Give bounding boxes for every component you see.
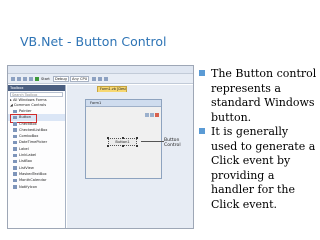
callout-line: [141, 141, 164, 142]
toolbar: Start Debug Any CPU: [8, 74, 193, 84]
toolbox-item-label: MaskedTextBox: [19, 171, 47, 176]
save-icon[interactable]: [23, 77, 27, 81]
toolbox-item-label: DateTimePicker: [19, 140, 48, 145]
resize-handle[interactable]: [136, 137, 138, 139]
form-window[interactable]: Form1 Button1: [85, 99, 162, 179]
toolbox-panel: Toolbox Search Toolbox ▸ All Windows For…: [8, 85, 66, 228]
minimize-icon[interactable]: [145, 112, 149, 117]
visual-studio-screenshot: Start Debug Any CPU Toolbox Search Toolb…: [7, 65, 194, 229]
form-window-controls: [144, 102, 159, 121]
monthcalendar-icon: [13, 178, 17, 183]
toolbox-item-label: ListView: [19, 165, 34, 170]
toolbar-icon[interactable]: [98, 77, 102, 81]
pointer-icon: [13, 109, 17, 113]
designer-surface: Form1.vb [Design]* Form1 Button1 Button …: [67, 85, 193, 228]
notifyicon-icon: [13, 185, 17, 189]
checkbox-icon: [13, 122, 17, 126]
slide-title: VB.Net - Button Control: [20, 34, 167, 49]
combobox-icon: [13, 134, 17, 139]
toolbox-item-label: ComboBox: [19, 134, 39, 139]
maximize-icon[interactable]: [150, 112, 154, 117]
group-label: All Windows Forms: [12, 98, 47, 102]
resize-handle[interactable]: [121, 145, 124, 147]
undo-icon[interactable]: [29, 77, 33, 81]
toolbox-item-label: Button: [19, 115, 32, 120]
datetimepicker-icon: [13, 140, 17, 145]
config-select[interactable]: Debug: [53, 75, 69, 82]
resize-handle[interactable]: [107, 145, 109, 147]
resize-handle[interactable]: [136, 145, 138, 147]
group-label: Common Controls: [13, 103, 47, 107]
bullet-text: It is generally used to generate a Click…: [211, 125, 316, 211]
open-icon[interactable]: [17, 77, 21, 81]
new-project-icon[interactable]: [11, 77, 15, 81]
toolbox-item-label: CheckBox: [19, 121, 37, 126]
menu-bar: [8, 66, 193, 81]
platform-select[interactable]: Any CPU: [70, 75, 90, 82]
toolbox-item-label: ListBox: [19, 159, 32, 164]
toolbox-item-label: Pointer: [19, 109, 32, 113]
bullet-item: It is generally used to generate a Click…: [199, 125, 317, 212]
bullet-item: The Button control represents a standard…: [199, 67, 317, 125]
bullet-list: The Button control represents a standard…: [199, 67, 317, 212]
bullet-square-icon: [199, 70, 205, 76]
resize-handle[interactable]: [107, 137, 109, 139]
toolbar-icon[interactable]: [92, 77, 96, 81]
listview-icon: [13, 166, 17, 170]
bullet-square-icon: [199, 128, 205, 134]
bullet-text: The Button control represents a standard…: [211, 67, 317, 124]
slide: VB.Net - Button Control Start Debug Any …: [0, 0, 320, 240]
toolbox-item-label: NotifyIcon: [19, 184, 38, 189]
toolbox-item-label: Label: [19, 146, 29, 151]
toolbox-header: Toolbox: [8, 85, 65, 91]
toolbox-item-label: CheckedListBox: [19, 127, 48, 132]
checkedlistbox-icon: [13, 128, 17, 132]
toolbar-icon[interactable]: [104, 77, 108, 81]
toolbox-item-label: MonthCalendar: [19, 178, 47, 183]
close-icon[interactable]: [155, 112, 159, 117]
button-icon: [13, 115, 17, 120]
toolbox-item-notifyicon[interactable]: NotifyIcon: [8, 184, 65, 190]
linklabel-icon: [13, 153, 17, 158]
resize-handle[interactable]: [121, 137, 124, 139]
start-button[interactable]: Start: [41, 77, 50, 81]
toolbox-search-input[interactable]: Search Toolbox: [10, 92, 63, 97]
start-icon[interactable]: [35, 77, 39, 81]
label-icon: [13, 147, 17, 151]
listbox-icon: [13, 159, 17, 164]
tab-form-design[interactable]: Form1.vb [Design]*: [97, 86, 127, 92]
toolbox-item-label: LinkLabel: [19, 153, 37, 158]
callout-label: Button Control: [164, 138, 181, 149]
maskedtextbox-icon: [13, 172, 17, 176]
